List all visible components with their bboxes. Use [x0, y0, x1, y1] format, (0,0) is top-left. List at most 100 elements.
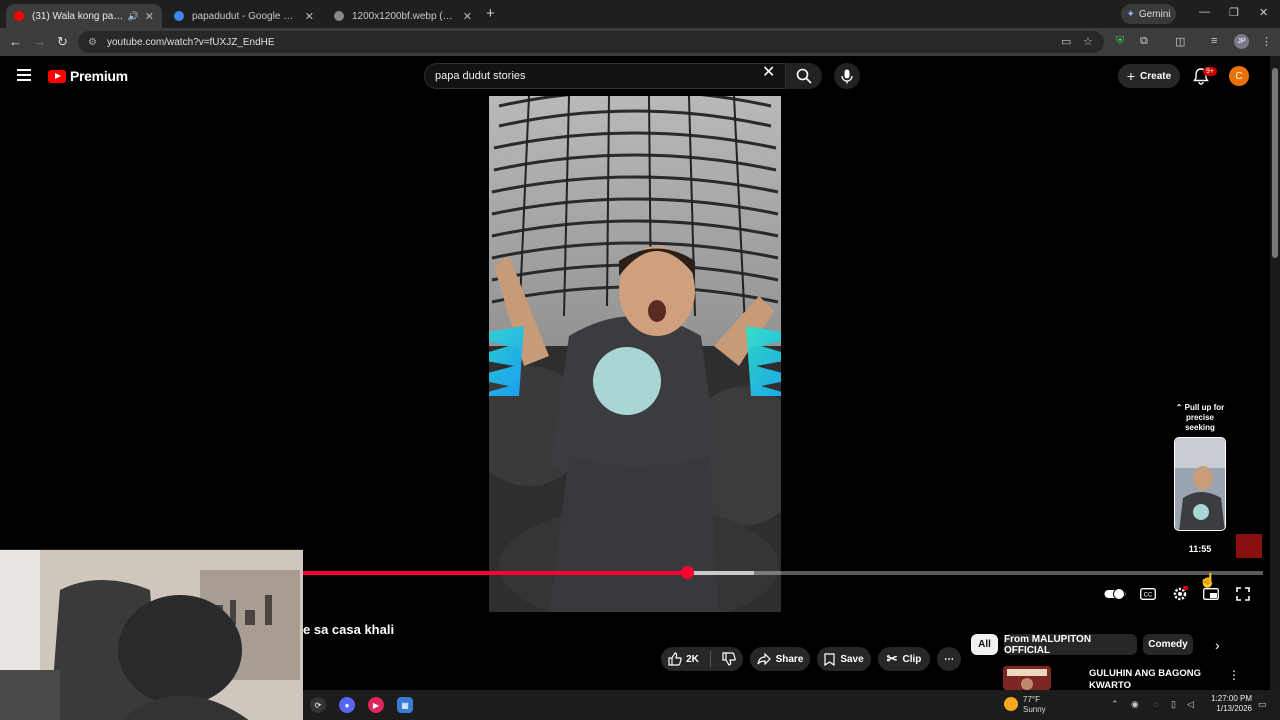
close-window-icon[interactable]: ✕ — [1259, 6, 1268, 19]
kebab-menu-icon[interactable]: ⋮ — [1228, 668, 1240, 682]
progress-played — [303, 571, 687, 575]
thumbs-down-icon[interactable] — [722, 652, 736, 666]
clip-label: Clip — [902, 653, 922, 665]
close-tab-icon[interactable]: ✕ — [305, 10, 314, 23]
search-input[interactable]: papa dudut stories — [424, 63, 786, 89]
progress-bar[interactable] — [303, 571, 1263, 575]
profile-avatar[interactable]: JP — [1234, 34, 1249, 49]
back-icon[interactable]: ← — [9, 34, 22, 49]
voice-search-button[interactable] — [834, 63, 860, 89]
speaker-icon[interactable]: 🔊 — [128, 11, 139, 22]
video-frame[interactable] — [489, 96, 781, 612]
create-button[interactable]: + Create — [1118, 64, 1180, 88]
recommended-title[interactable]: GULUHIN ANG BAGONG KWARTO — [1089, 668, 1219, 692]
media-player-icon[interactable]: ▶ — [368, 697, 384, 713]
chip-all[interactable]: All — [971, 634, 998, 655]
webcam-overlay — [0, 549, 303, 720]
logo-text: Premium — [70, 68, 128, 84]
extensions-icon[interactable]: ⧉ — [1140, 35, 1148, 48]
video-title: e sa casa khali — [303, 622, 395, 637]
bookmark-star-icon[interactable]: ☆ — [1083, 35, 1093, 48]
clock-time: 1:27:00 PM — [1211, 694, 1252, 703]
like-dislike-group: 2K — [661, 647, 743, 671]
plus-icon: + — [1126, 68, 1136, 84]
save-label: Save — [840, 653, 864, 665]
weather-description: Sunny — [1023, 705, 1046, 714]
seek-preview-thumbnail — [1174, 437, 1226, 531]
notification-center-icon[interactable]: ▭ — [1258, 699, 1267, 710]
scrubber-handle[interactable] — [681, 566, 694, 579]
youtube-play-icon — [48, 69, 66, 83]
share-button[interactable]: Share — [750, 647, 810, 671]
sun-icon[interactable] — [1004, 697, 1018, 711]
url-text: youtube.com/watch?v=fUXJZ_EndHE — [106, 36, 275, 48]
miniplayer-icon[interactable] — [1200, 586, 1222, 602]
gemini-label: Gemini — [1138, 8, 1171, 20]
fullscreen-icon[interactable] — [1232, 586, 1254, 602]
app-icon[interactable]: ⟳ — [310, 697, 326, 713]
chevron-right-icon[interactable]: › — [1215, 637, 1220, 653]
recommended-thumbnail[interactable] — [1003, 666, 1051, 690]
new-tab-icon[interactable]: + — [486, 5, 495, 22]
thumbs-up-icon — [668, 652, 682, 666]
address-bar[interactable]: ⚙ youtube.com/watch?v=fUXJZ_EndHE — [78, 31, 1104, 53]
chevron-up-icon[interactable]: ⌃ — [1111, 699, 1119, 710]
system-clock[interactable]: 1:27:00 PM 1/13/2026 — [1206, 694, 1252, 714]
tab-google-search[interactable]: papadudut - Google Search ✕ — [166, 4, 322, 28]
search-button[interactable] — [786, 63, 822, 89]
autoplay-toggle[interactable] — [1104, 586, 1126, 602]
forward-icon[interactable]: → — [33, 34, 46, 49]
kebab-menu-icon[interactable]: ⋮ — [1261, 35, 1272, 48]
browser-tab-strip: (31) Wala kong pake kung ... 🔊 ✕ papadud… — [0, 0, 1280, 28]
cast-icon[interactable]: ▭ — [1061, 35, 1071, 48]
volume-icon[interactable]: ◁ — [1187, 699, 1194, 710]
chip-comedy[interactable]: Comedy — [1143, 634, 1193, 655]
settings-gear-icon[interactable] — [1169, 586, 1191, 602]
clear-search-icon[interactable]: ✕ — [762, 62, 775, 82]
clock-date: 1/13/2026 — [1216, 704, 1252, 713]
account-avatar[interactable]: C — [1229, 66, 1249, 86]
tab-youtube[interactable]: (31) Wala kong pake kung ... 🔊 ✕ — [6, 4, 162, 28]
scrollbar-thumb[interactable] — [1272, 68, 1278, 258]
hamburger-menu-icon[interactable] — [17, 69, 31, 81]
preview-timestamp: 11:55 — [1188, 544, 1212, 554]
clip-button[interactable]: ✂ Clip — [878, 647, 930, 671]
like-count: 2K — [686, 653, 699, 665]
reading-list-icon[interactable]: ≡ — [1211, 35, 1217, 47]
weather-widget[interactable]: 77°F Sunny — [1023, 695, 1046, 715]
save-button[interactable]: Save — [817, 647, 871, 671]
svg-text:CC: CC — [1144, 593, 1153, 599]
notification-badge: 9+ — [1203, 67, 1217, 76]
like-button[interactable]: 2K — [668, 652, 699, 666]
weather-temperature: 77°F — [1023, 695, 1040, 704]
mic-tray-icon[interactable]: ◌ — [1153, 699, 1158, 709]
thumbnail-image — [1003, 666, 1051, 690]
youtube-header: Premium papa dudut stories ✕ + Create — [0, 56, 1270, 96]
minimize-icon[interactable]: — — [1199, 6, 1210, 18]
youtube-favicon-icon — [14, 11, 24, 21]
divider — [709, 651, 711, 667]
more-actions-icon[interactable]: ⋯ — [937, 647, 961, 671]
seek-hint: ⌃ Pull up for precise seeking — [1175, 403, 1225, 432]
discord-icon[interactable]: ● — [339, 697, 355, 713]
chip-from-channel[interactable]: From MALUPITON OFFICIAL — [1004, 634, 1137, 656]
tab-image[interactable]: 1200x1200bf.webp (1200×1200) ✕ — [326, 4, 480, 28]
close-tab-icon[interactable]: ✕ — [463, 10, 472, 23]
channel-watermark[interactable] — [1236, 534, 1262, 558]
shield-extension-icon[interactable]: ⛨ — [1116, 35, 1124, 48]
video-content-image — [489, 96, 781, 612]
restore-icon[interactable]: ❐ — [1229, 6, 1239, 19]
preview-frame-image — [1175, 438, 1225, 530]
page-scrollbar[interactable] — [1270, 56, 1280, 690]
calculator-icon[interactable]: ▦ — [397, 697, 413, 713]
close-tab-icon[interactable]: ✕ — [145, 10, 154, 23]
youtube-logo[interactable]: Premium — [48, 68, 128, 84]
site-info-icon[interactable]: ⚙ — [88, 37, 97, 48]
reload-icon[interactable]: ↻ — [57, 34, 68, 50]
battery-icon[interactable]: ▯ — [1171, 699, 1176, 710]
captions-icon[interactable]: CC — [1137, 586, 1159, 602]
network-icon[interactable]: ◉ — [1131, 699, 1139, 710]
split-view-icon[interactable]: ◫ — [1175, 35, 1185, 48]
search-icon — [796, 68, 812, 84]
gemini-button[interactable]: ✦ Gemini — [1121, 4, 1176, 24]
